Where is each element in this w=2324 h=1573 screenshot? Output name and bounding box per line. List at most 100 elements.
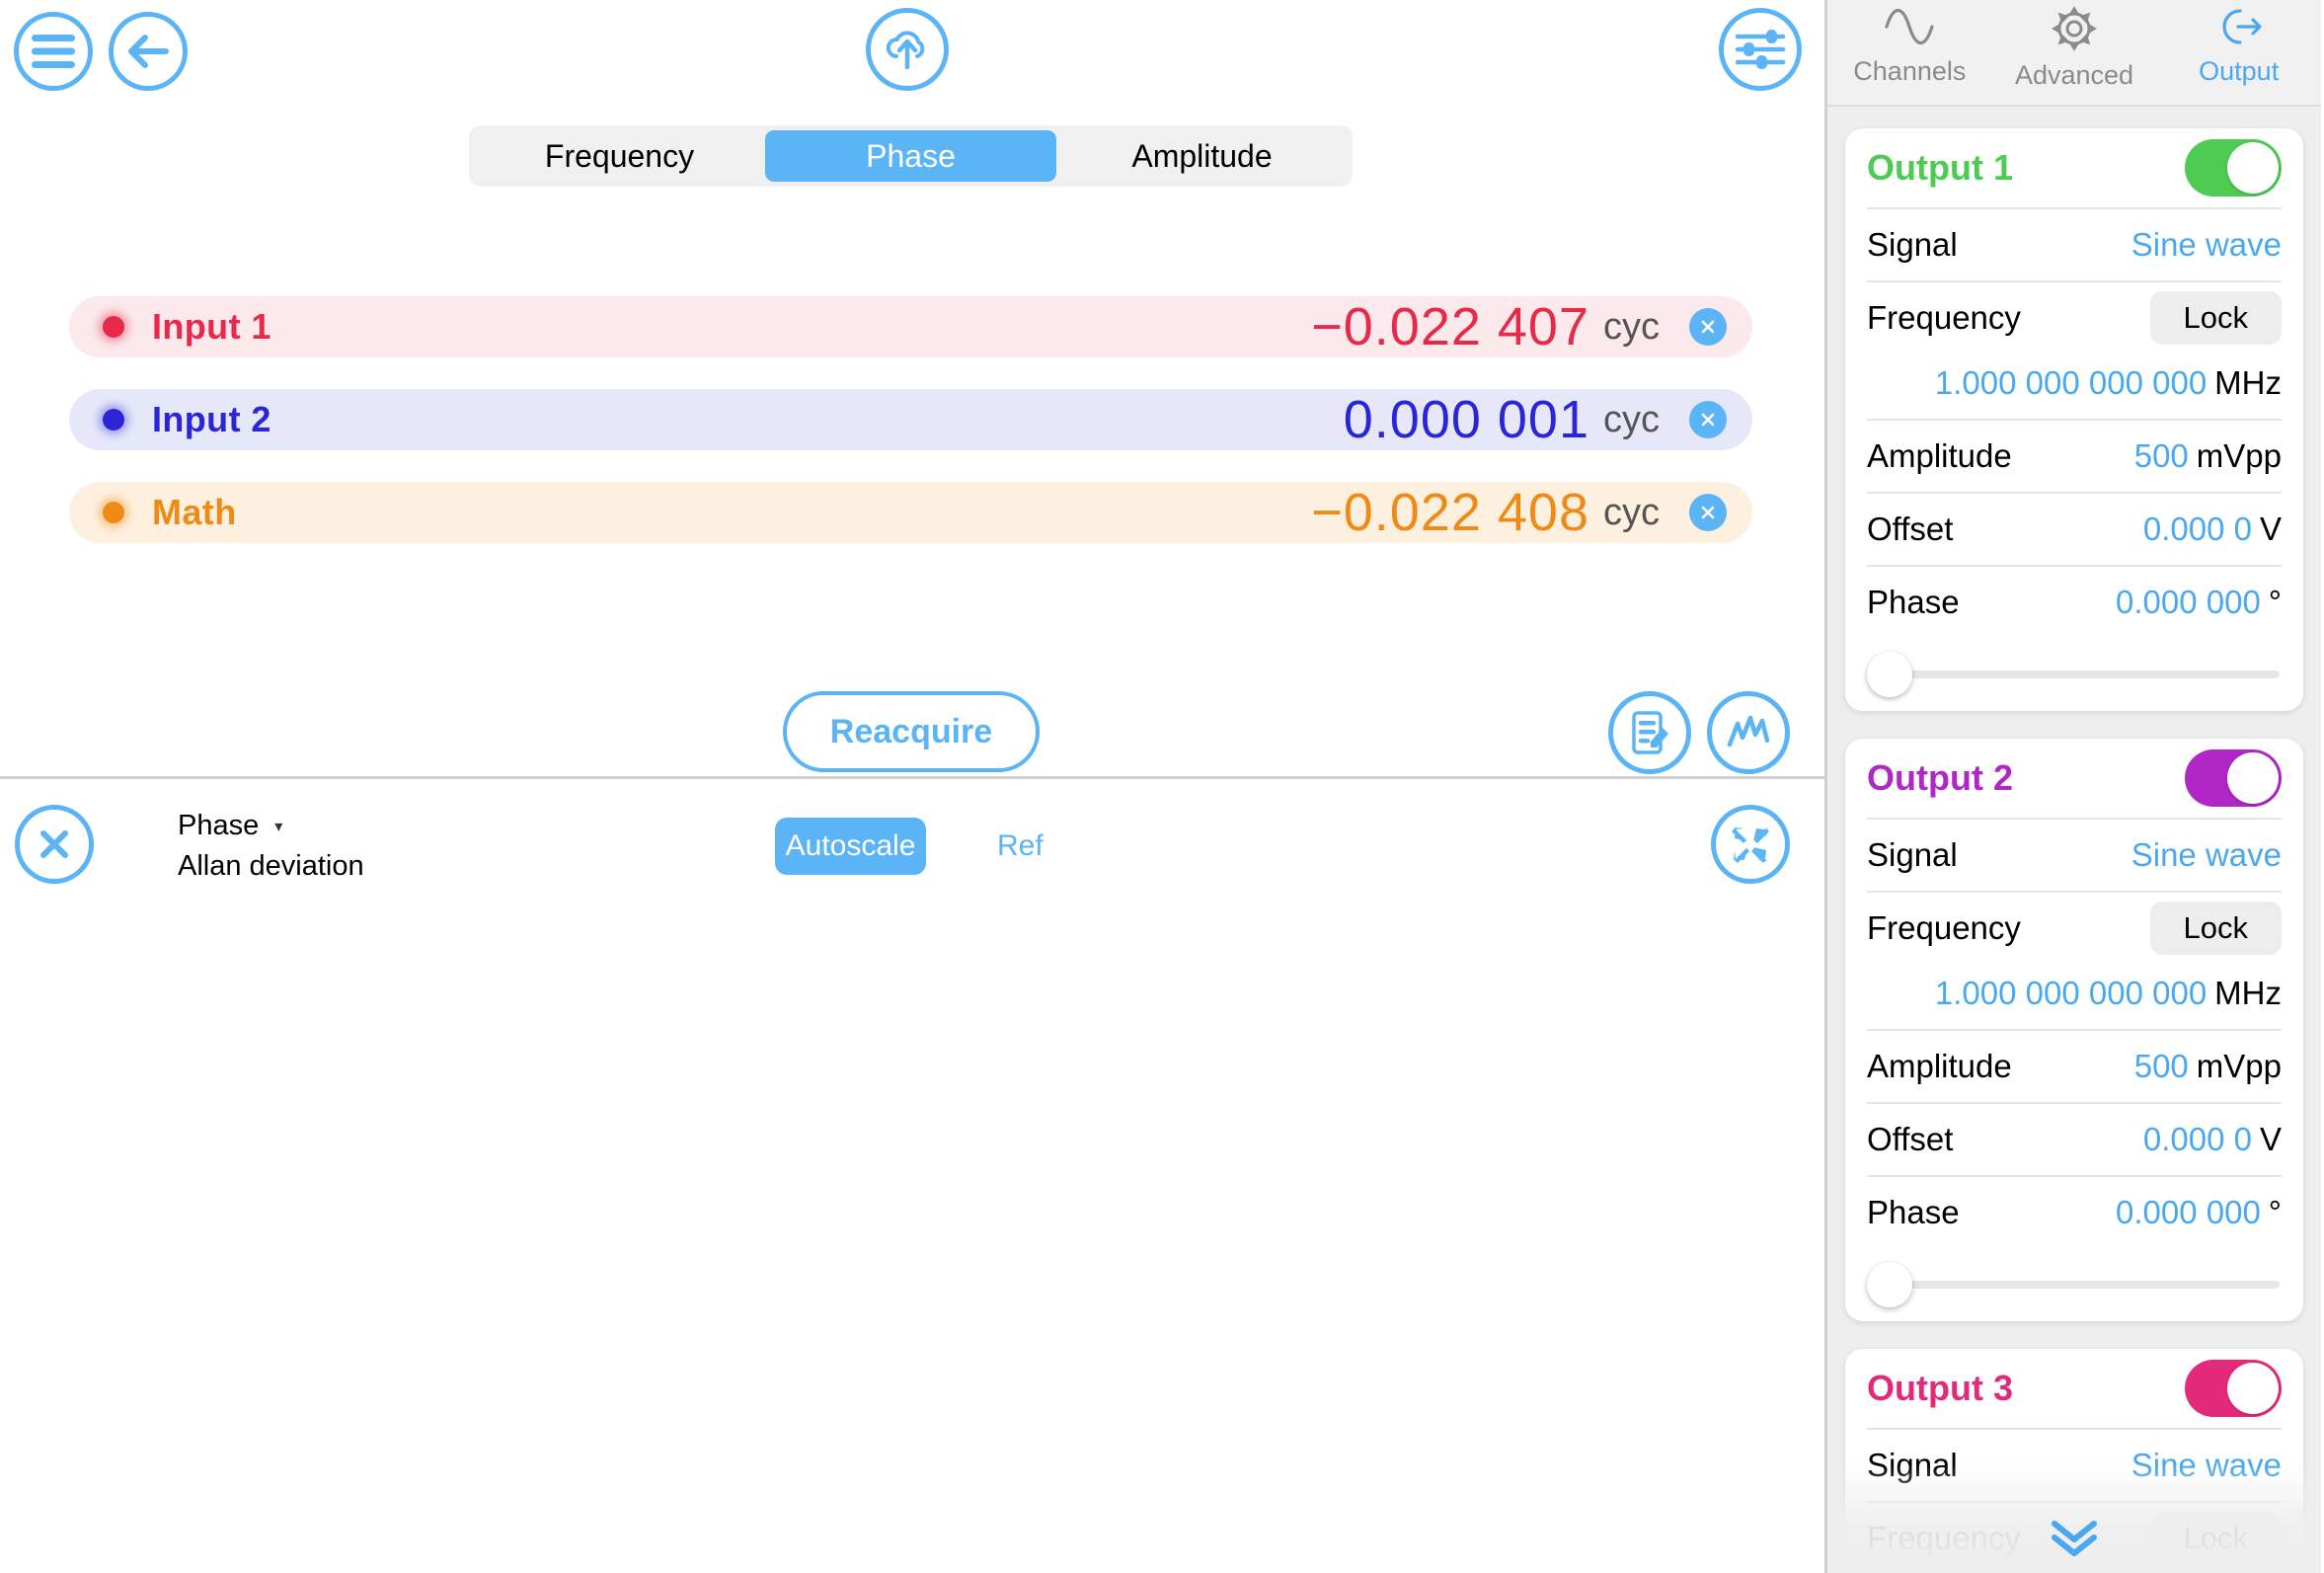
output-amplitude-row[interactable]: Amplitude 500 mVpp bbox=[1867, 419, 2282, 492]
slider-track bbox=[1897, 1281, 2280, 1289]
tab-channels[interactable]: Channels bbox=[1827, 0, 1992, 105]
log-document-icon[interactable] bbox=[1608, 691, 1691, 774]
top-toolbar bbox=[0, 0, 1824, 118]
phase-value[interactable]: 0.000 000 bbox=[2116, 1194, 2261, 1230]
amplitude-unit: mVpp bbox=[2196, 437, 2282, 474]
close-x-icon[interactable] bbox=[1689, 401, 1727, 438]
expand-arrows-icon[interactable] bbox=[1711, 805, 1790, 884]
phase-unit: ° bbox=[2268, 584, 2282, 620]
close-x-icon[interactable] bbox=[15, 805, 94, 884]
chevron-down-icon[interactable]: ▾ bbox=[274, 817, 282, 836]
gear-icon bbox=[2052, 6, 2097, 56]
offset-value[interactable]: 0.000 0 bbox=[2143, 511, 2252, 547]
segment-frequency[interactable]: Frequency bbox=[474, 130, 765, 182]
output-amplitude-row[interactable]: Amplitude 500 mVpp bbox=[1867, 1029, 2282, 1102]
offset-value[interactable]: 0.000 0 bbox=[2143, 1121, 2252, 1157]
output-card-2: Output 2 Signal Sine wave Frequency Lock… bbox=[1845, 739, 2303, 1321]
row-label: Signal bbox=[1867, 1447, 1958, 1483]
measurement-row-input-2[interactable]: Input 2 0.000 001 cyc bbox=[69, 389, 1752, 450]
output-cards-list: Output 1 Signal Sine wave Frequency Lock… bbox=[1827, 107, 2321, 1573]
output-frequency-row: Frequency Lock bbox=[1867, 891, 2282, 964]
output-phase-row[interactable]: Phase 0.000 000 ° bbox=[1867, 565, 2282, 638]
phase-unit: ° bbox=[2268, 1194, 2282, 1230]
measurement-label: Input 1 bbox=[152, 306, 271, 347]
hamburger-menu-icon[interactable] bbox=[14, 12, 93, 91]
output-frequency-row: Frequency Lock bbox=[1867, 280, 2282, 354]
ref-button[interactable]: Ref bbox=[997, 818, 1044, 875]
row-label: Amplitude bbox=[1867, 437, 2012, 474]
amplitude-unit: mVpp bbox=[2196, 1048, 2282, 1084]
sine-wave-icon bbox=[1883, 6, 1936, 52]
frequency-value[interactable]: 1.000 000 000 000 bbox=[1935, 364, 2207, 401]
row-label: Offset bbox=[1867, 1121, 1954, 1157]
sliders-settings-icon[interactable] bbox=[1719, 8, 1802, 91]
measurement-value: −0.022 407 bbox=[1311, 297, 1589, 356]
slider-thumb[interactable] bbox=[1867, 652, 1912, 697]
channel-color-dot bbox=[103, 409, 124, 431]
slider-thumb[interactable] bbox=[1867, 1262, 1912, 1307]
row-value[interactable]: Sine wave bbox=[2131, 1447, 2282, 1484]
tab-output[interactable]: Output bbox=[2156, 0, 2321, 105]
output-enable-toggle[interactable] bbox=[2185, 139, 2282, 197]
tab-advanced[interactable]: Advanced bbox=[1992, 0, 2157, 105]
measurement-label: Input 2 bbox=[152, 399, 271, 439]
measurement-unit: cyc bbox=[1603, 491, 1660, 533]
measurement-unit: cyc bbox=[1603, 305, 1660, 348]
output-card-header: Output 1 bbox=[1867, 128, 2282, 207]
output-card-header: Output 2 bbox=[1867, 739, 2282, 818]
phase-value[interactable]: 0.000 000 bbox=[2116, 584, 2261, 620]
output-phase-slider[interactable] bbox=[1867, 1248, 2282, 1321]
right-settings-panel: Channels Advanced Output Output 1 Signal… bbox=[1827, 0, 2321, 1573]
section-divider bbox=[0, 776, 1827, 779]
segment-phase[interactable]: Phase bbox=[765, 130, 1056, 182]
back-arrow-icon[interactable] bbox=[109, 12, 188, 91]
frequency-unit: MHz bbox=[2214, 364, 2282, 401]
output-card-header: Output 3 bbox=[1867, 1349, 2282, 1428]
row-value[interactable]: Sine wave bbox=[2131, 836, 2282, 874]
frequency-lock-button[interactable]: Lock bbox=[2149, 902, 2282, 955]
output-name: Output 3 bbox=[1867, 1368, 2013, 1408]
allan-deviation-chart: Allan deviation (cyc) 0.1 0.01 0.001 0.0… bbox=[0, 899, 1827, 1573]
amplitude-value[interactable]: 500 bbox=[2134, 1048, 2189, 1084]
offset-unit: V bbox=[2259, 1121, 2282, 1157]
measurement-mode-segmented-control[interactable]: Frequency Phase Amplitude bbox=[469, 125, 1353, 187]
output-arrow-icon bbox=[2212, 6, 2266, 52]
chart-title-block[interactable]: Phase ▾ Allan deviation bbox=[178, 810, 364, 883]
tab-label: Output bbox=[2199, 56, 2280, 86]
chevron-double-down-icon[interactable] bbox=[1827, 1516, 2321, 1559]
output-card-1: Output 1 Signal Sine wave Frequency Lock… bbox=[1845, 128, 2303, 711]
chart-type-label: Allan deviation bbox=[178, 850, 364, 882]
output-signal-row[interactable]: Signal Sine wave bbox=[1867, 207, 2282, 280]
output-phase-row[interactable]: Phase 0.000 000 ° bbox=[1867, 1175, 2282, 1248]
measurement-row-input-1[interactable]: Input 1 −0.022 407 cyc bbox=[69, 296, 1752, 357]
main-panel: Frequency Phase Amplitude Input 1 −0.022… bbox=[0, 0, 1827, 1573]
row-label: Frequency bbox=[1867, 299, 2021, 336]
output-enable-toggle[interactable] bbox=[2185, 749, 2282, 807]
output-phase-slider[interactable] bbox=[1867, 638, 2282, 711]
output-name: Output 1 bbox=[1867, 147, 2013, 188]
segment-amplitude[interactable]: Amplitude bbox=[1056, 130, 1348, 182]
measurement-row-math[interactable]: Math −0.022 408 cyc bbox=[69, 482, 1752, 543]
frequency-lock-button[interactable]: Lock bbox=[2149, 291, 2282, 345]
output-enable-toggle[interactable] bbox=[2185, 1360, 2282, 1417]
chart-header: Phase ▾ Allan deviation Autoscale Ref bbox=[0, 780, 1827, 899]
output-offset-row[interactable]: Offset 0.000 0V bbox=[1867, 492, 2282, 565]
output-frequency-value-row[interactable]: 1.000 000 000 000 MHz bbox=[1867, 964, 2282, 1029]
reacquire-button[interactable]: Reacquire bbox=[783, 691, 1040, 772]
output-offset-row[interactable]: Offset 0.000 0V bbox=[1867, 1102, 2282, 1175]
close-x-icon[interactable] bbox=[1689, 308, 1727, 346]
row-value[interactable]: Sine wave bbox=[2131, 226, 2282, 264]
row-label: Amplitude bbox=[1867, 1048, 2012, 1084]
action-row: Reacquire bbox=[0, 681, 1827, 790]
autoscale-button[interactable]: Autoscale bbox=[775, 818, 926, 875]
cloud-upload-icon[interactable] bbox=[866, 8, 949, 91]
row-label: Signal bbox=[1867, 226, 1958, 263]
output-signal-row[interactable]: Signal Sine wave bbox=[1867, 1428, 2282, 1501]
output-frequency-value-row[interactable]: 1.000 000 000 000 MHz bbox=[1867, 354, 2282, 419]
trace-waveform-icon[interactable] bbox=[1707, 691, 1790, 774]
close-x-icon[interactable] bbox=[1689, 494, 1727, 531]
frequency-value[interactable]: 1.000 000 000 000 bbox=[1935, 975, 2207, 1011]
measurement-label: Math bbox=[152, 492, 237, 532]
amplitude-value[interactable]: 500 bbox=[2134, 437, 2189, 474]
output-signal-row[interactable]: Signal Sine wave bbox=[1867, 818, 2282, 891]
